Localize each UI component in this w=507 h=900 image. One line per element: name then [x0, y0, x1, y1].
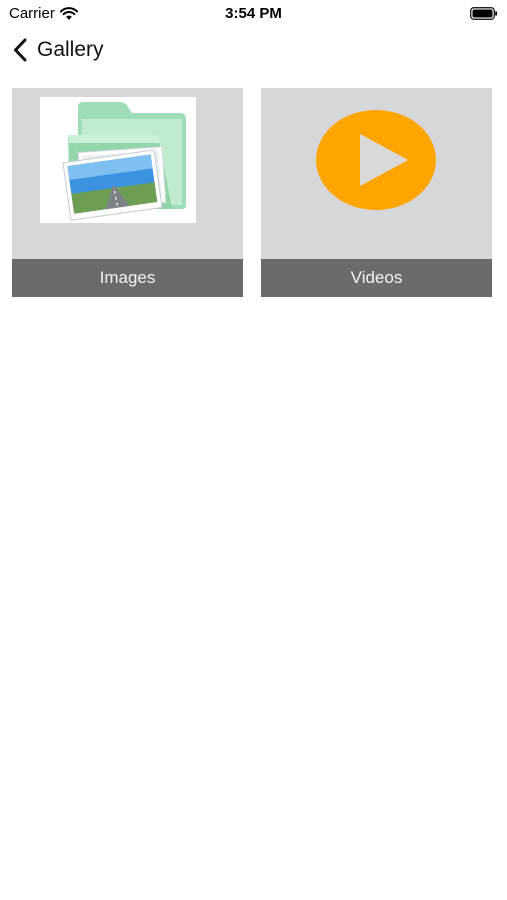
chevron-left-icon[interactable] — [13, 38, 27, 62]
videos-tile-label: Videos — [261, 259, 492, 297]
page-title: Gallery — [37, 38, 104, 61]
images-tile-label: Images — [12, 259, 243, 297]
status-bar: Carrier 3:54 PM — [0, 0, 507, 28]
navigation-bar: Gallery — [0, 28, 507, 76]
images-tile[interactable]: Images — [12, 88, 243, 297]
status-time: 3:54 PM — [225, 5, 282, 22]
battery-icon — [470, 7, 498, 20]
photo-folder-icon — [40, 97, 196, 223]
videos-tile[interactable]: Videos — [261, 88, 492, 297]
gallery-screen: Carrier 3:54 PM Gallery Images Videos — [0, 0, 507, 900]
play-icon — [316, 110, 436, 210]
back-button[interactable]: Gallery — [13, 38, 104, 62]
